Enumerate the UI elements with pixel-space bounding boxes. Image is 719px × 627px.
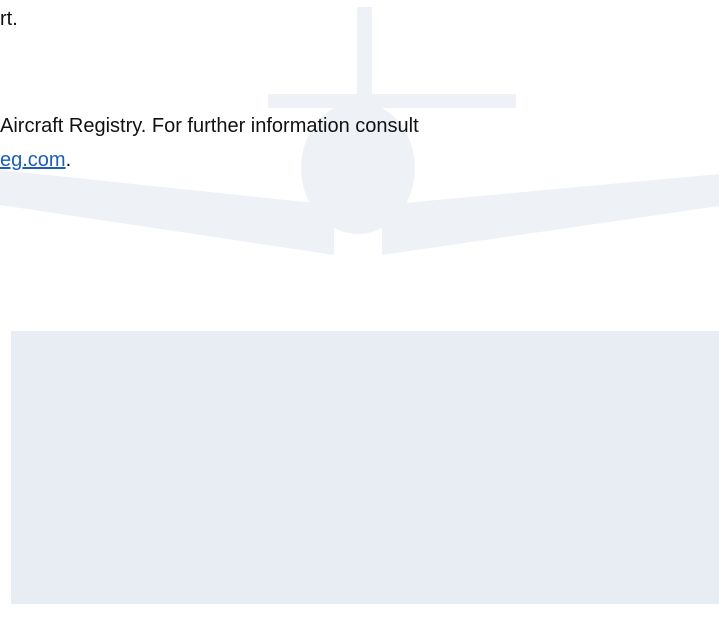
text-line-2: Aircraft Registry. For further informati… [0, 114, 419, 138]
text-line-1-content: rt. [0, 8, 18, 30]
airplane-watermark-icon [0, 7, 719, 255]
text-line-2-content: Aircraft Registry. For further informati… [0, 115, 419, 137]
airplane-right-wing [382, 174, 719, 255]
airplane-left-wing [0, 170, 334, 255]
airplane-tail-fin [357, 7, 372, 97]
text-line-3-suffix: . [65, 149, 72, 171]
text-line-1: rt. [0, 7, 18, 31]
text-line-3: eg.com. [0, 148, 71, 172]
content-placeholder-panel [11, 331, 719, 604]
website-link[interactable]: eg.com [0, 149, 66, 171]
airplane-stabilizer [268, 94, 516, 108]
